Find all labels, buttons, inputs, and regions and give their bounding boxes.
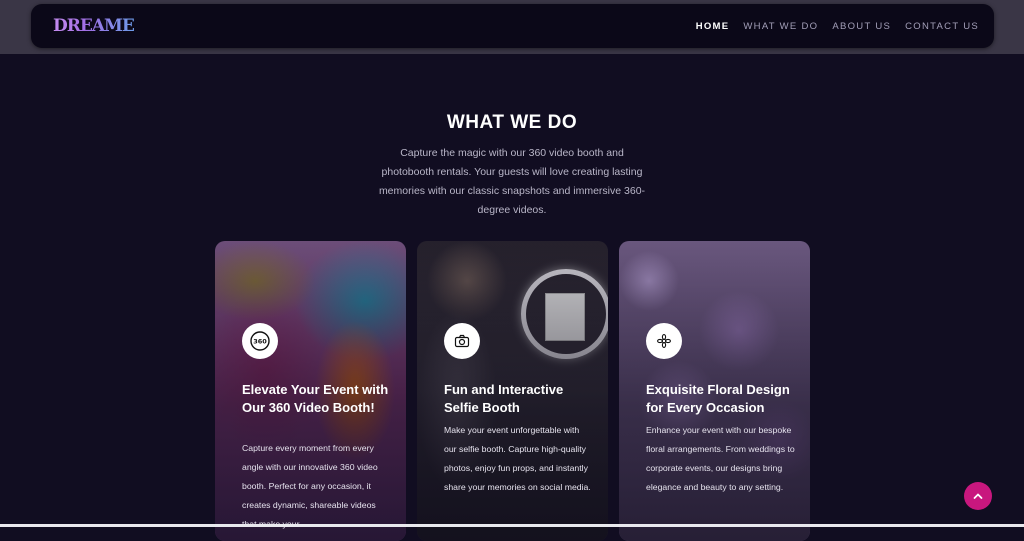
card-text: Make your event unforgettable with our s… — [444, 425, 591, 492]
svg-text:360: 360 — [253, 338, 267, 346]
nav-link-home[interactable]: HOME — [696, 21, 730, 32]
section-description: Capture the magic with our 360 video boo… — [378, 147, 646, 216]
card-text: Enhance your event with our bespoke flor… — [646, 425, 795, 492]
scroll-to-top-button[interactable] — [964, 482, 992, 510]
360-icon: 360 — [242, 323, 278, 359]
card-text: Capture every moment from every angle wi… — [242, 443, 378, 529]
nav-link-contact-us[interactable]: CONTACT US — [905, 21, 979, 32]
card-title: Fun and Interactive Selfie Booth — [444, 382, 564, 415]
section-title: WHAT WE DO — [446, 112, 578, 133]
nav-link-what-we-do[interactable]: WHAT WE DO — [743, 21, 818, 32]
chevron-up-icon — [972, 490, 984, 502]
card-title: Exquisite Floral Design for Every Occasi… — [646, 382, 790, 415]
navbar: DREAME HOME WHAT WE DO ABOUT US CONTACT … — [31, 4, 994, 48]
card-title: Elevate Your Event with Our 360 Video Bo… — [242, 382, 389, 415]
service-card-selfie-booth: Fun and Interactive Selfie Booth Make yo… — [417, 241, 608, 541]
service-card-floral-design: Exquisite Floral Design for Every Occasi… — [619, 241, 810, 541]
nav-links: HOME WHAT WE DO ABOUT US CONTACT US — [682, 4, 979, 48]
logo[interactable]: DREAME — [53, 14, 135, 38]
service-card-360-booth: 360 Elevate Your Event with Our 360 Vide… — [215, 241, 406, 541]
nav-link-about-us[interactable]: ABOUT US — [832, 21, 891, 32]
camera-icon — [444, 323, 480, 359]
flower-icon — [646, 323, 682, 359]
